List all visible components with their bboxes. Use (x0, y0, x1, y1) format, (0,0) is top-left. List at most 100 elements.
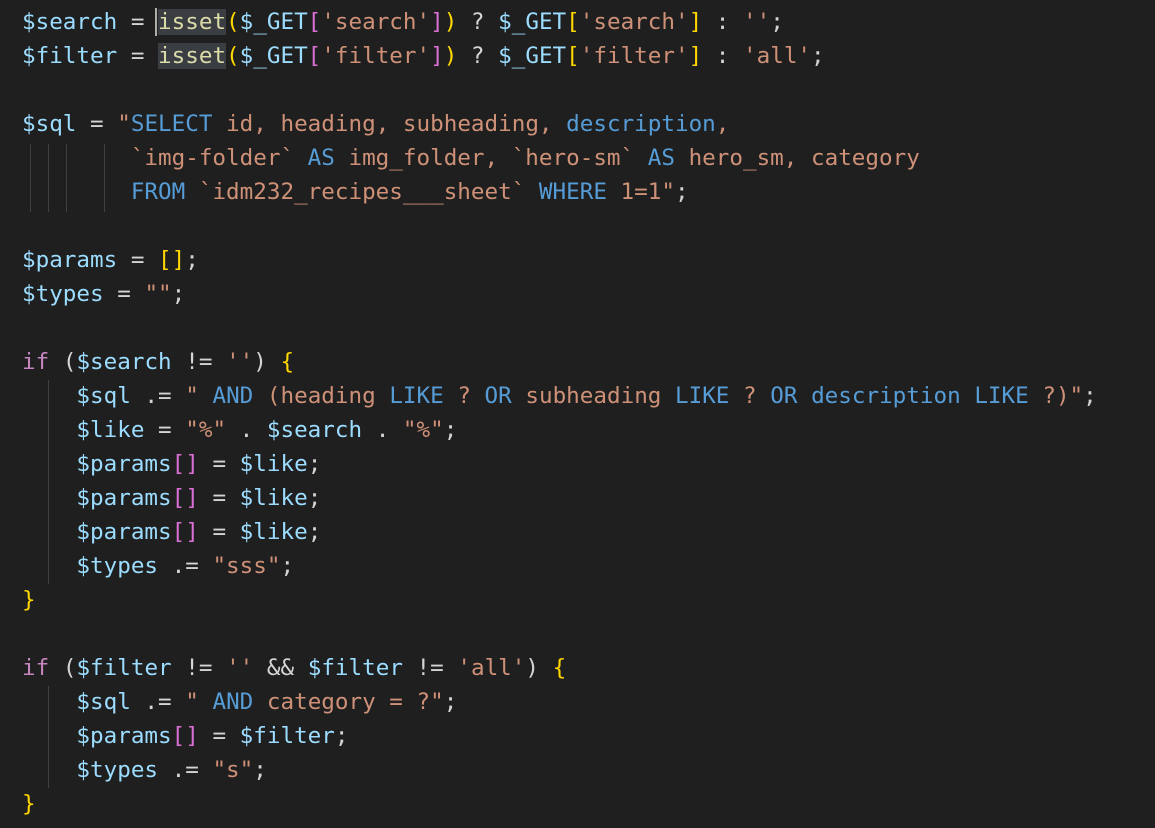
code-token: $params (22, 451, 172, 477)
text-cursor (155, 8, 157, 36)
code-token: $search (266, 417, 363, 443)
code-line[interactable]: $params = []; (22, 243, 199, 277)
code-token: $search (22, 9, 118, 35)
code-token: [ (307, 43, 322, 69)
code-token: $like (239, 485, 308, 511)
code-token: [] (171, 451, 199, 477)
code-line[interactable]: if ($filter != '' && $filter != 'all') { (22, 651, 566, 685)
code-token: $filter (22, 43, 118, 69)
code-token: . (362, 417, 403, 443)
code-token: { (280, 349, 295, 375)
code-token: $sql (22, 689, 131, 715)
code-token: .= (130, 383, 186, 409)
code-line[interactable]: if ($search != '') { (22, 345, 294, 379)
code-token: $_GET (498, 9, 567, 35)
code-line[interactable]: $sql .= " AND (heading LIKE ? OR subhead… (22, 379, 1097, 413)
code-token: ) (253, 349, 281, 375)
code-token: ) (525, 655, 553, 681)
code-token: ( (226, 9, 240, 35)
code-token: AND (212, 383, 254, 409)
code-token: .= (130, 689, 186, 715)
code-line[interactable]: FROM `idm232_recipes___sheet` WHERE 1=1"… (22, 175, 689, 209)
code-token: AS (647, 145, 675, 171)
code-token: } (22, 791, 36, 817)
code-token: $like (239, 451, 308, 477)
code-token: [ (307, 9, 322, 35)
code-token: description (566, 111, 716, 137)
code-token: ( (49, 349, 77, 375)
code-token: description (811, 383, 961, 409)
code-token: subheading (511, 383, 675, 409)
code-token: ; (307, 485, 322, 511)
code-line[interactable]: $params[] = $like; (22, 447, 321, 481)
code-token: ; (770, 9, 784, 35)
code-token: && (253, 655, 308, 681)
code-token: $types (22, 553, 159, 579)
code-token: = (198, 519, 240, 545)
code-token: `idm232_recipes___sheet` (185, 179, 539, 205)
code-token: ; (307, 451, 322, 477)
code-token: != (402, 655, 458, 681)
code-token: LIKE (974, 383, 1029, 409)
code-token: ?)" (1028, 383, 1084, 409)
code-token: $_GET (498, 43, 567, 69)
code-line[interactable]: $params[] = $like; (22, 481, 321, 515)
code-token: " (661, 179, 675, 205)
code-token: "s" (212, 757, 254, 783)
code-line[interactable]: $filter = isset($_GET['filter']) ? $_GET… (22, 39, 825, 73)
code-editor[interactable]: $search = isset($_GET['search']) ? $_GET… (0, 0, 1155, 828)
code-token: [ (566, 9, 580, 35)
code-token: 'all' (743, 43, 812, 69)
code-token: $like (22, 417, 145, 443)
code-line[interactable]: $params[] = $filter; (22, 719, 348, 753)
code-token: ; (443, 689, 458, 715)
code-token: AND (212, 689, 254, 715)
code-token: (heading (253, 383, 390, 409)
code-line[interactable]: $params[] = $like; (22, 515, 321, 549)
code-line[interactable]: $types .= "s"; (22, 753, 266, 787)
code-line[interactable]: $sql = "SELECT id, heading, subheading, … (22, 107, 729, 141)
code-token: 'search' (579, 9, 689, 35)
code-token: LIKE (389, 383, 444, 409)
code-token: 'filter' (321, 43, 431, 69)
code-token: hero_sm, category (674, 145, 920, 171)
code-line[interactable]: $like = "%" . $search . "%"; (22, 413, 457, 447)
code-line[interactable]: $types = ""; (22, 277, 185, 311)
code-token: : (702, 43, 744, 69)
code-token: ; (185, 247, 199, 273)
code-token: ? (457, 43, 499, 69)
code-token: ) (443, 9, 458, 35)
code-line[interactable]: $search = isset($_GET['search']) ? $_GET… (22, 5, 784, 39)
code-line[interactable]: $types .= "sss"; (22, 549, 294, 583)
code-line[interactable]: `img-folder` AS img_folder, `hero-sm` AS… (22, 141, 920, 175)
code-token: ) (443, 43, 458, 69)
code-token: ; (307, 519, 322, 545)
code-token: $_GET (239, 43, 308, 69)
code-token: $search (76, 349, 172, 375)
code-token: id, heading, subheading, (212, 111, 567, 137)
code-token: ( (226, 43, 240, 69)
code-token: OR (770, 383, 798, 409)
code-line[interactable]: } (22, 583, 36, 617)
code-token: [] (158, 247, 186, 273)
code-token: if (22, 349, 50, 375)
code-token: $params (22, 247, 118, 273)
code-token: ? (443, 383, 485, 409)
code-token: 'filter' (579, 43, 689, 69)
code-token: isset (158, 9, 227, 35)
code-token: } (22, 587, 36, 613)
code-token: ; (1083, 383, 1097, 409)
code-token: = (198, 723, 240, 749)
code-token: [] (171, 485, 199, 511)
code-line[interactable]: } (22, 787, 36, 821)
code-token: "%" (402, 417, 444, 443)
code-token: , (715, 111, 730, 137)
code-token: $params (22, 485, 172, 511)
code-token: ] (430, 9, 444, 35)
code-token: $types (22, 757, 159, 783)
code-token: = (117, 247, 159, 273)
code-token: $types (22, 281, 104, 307)
code-line[interactable]: $sql .= " AND category = ?"; (22, 685, 457, 719)
